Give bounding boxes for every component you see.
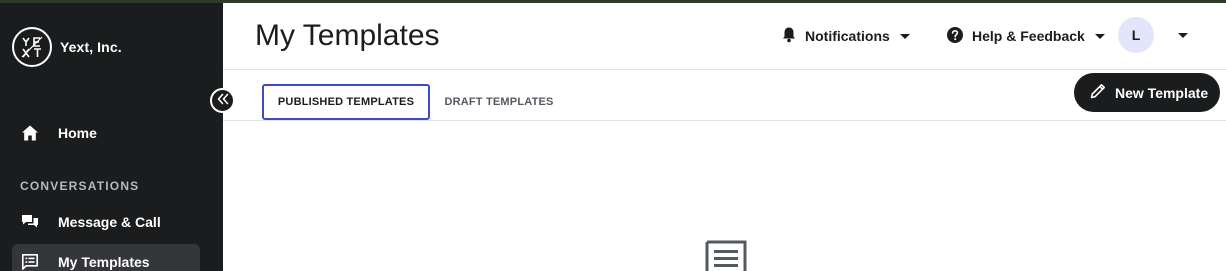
tab-published-templates[interactable]: PUBLISHED TEMPLATES xyxy=(262,84,430,120)
page-title: My Templates xyxy=(255,19,440,52)
yext-logo xyxy=(12,27,52,67)
chevron-down-icon xyxy=(1094,33,1105,39)
tab-draft-templates[interactable]: DRAFT TEMPLATES xyxy=(435,84,563,120)
chat-bubbles-icon xyxy=(20,212,40,232)
chevron-down-icon xyxy=(899,33,910,39)
notifications-label: Notifications xyxy=(805,28,890,44)
help-feedback-label: Help & Feedback xyxy=(972,28,1085,44)
section-label-conversations: CONVERSATIONS xyxy=(20,179,140,193)
sidebar-item-message-call[interactable]: Message & Call xyxy=(12,204,200,240)
sidebar-item-label: Message & Call xyxy=(58,214,161,230)
page-header: My Templates Notifications Help & Feedba… xyxy=(223,3,1226,70)
sidebar-collapse-button[interactable] xyxy=(210,88,235,113)
new-template-button[interactable]: New Template xyxy=(1074,73,1220,112)
home-icon xyxy=(20,123,40,143)
pencil-icon xyxy=(1089,82,1107,103)
bell-icon xyxy=(781,26,797,46)
help-icon xyxy=(946,26,964,47)
template-list-icon xyxy=(20,252,40,271)
sidebar: Yext, Inc. Home CONVERSATIONS Message & … xyxy=(0,3,223,271)
avatar[interactable]: L xyxy=(1118,17,1154,53)
double-chevron-left-icon xyxy=(216,92,230,110)
sidebar-item-label: Home xyxy=(58,125,97,141)
sidebar-item-my-templates[interactable]: My Templates xyxy=(12,244,200,271)
sidebar-item-home[interactable]: Home xyxy=(12,115,200,151)
notifications-dropdown[interactable]: Notifications xyxy=(781,25,910,47)
brand[interactable]: Yext, Inc. xyxy=(12,27,122,67)
org-name: Yext, Inc. xyxy=(60,39,122,55)
new-template-label: New Template xyxy=(1115,84,1209,101)
sidebar-item-label: My Templates xyxy=(58,254,150,270)
account-chevron-down-icon[interactable] xyxy=(1178,33,1188,38)
message-icon xyxy=(705,240,747,271)
help-feedback-dropdown[interactable]: Help & Feedback xyxy=(946,25,1105,47)
